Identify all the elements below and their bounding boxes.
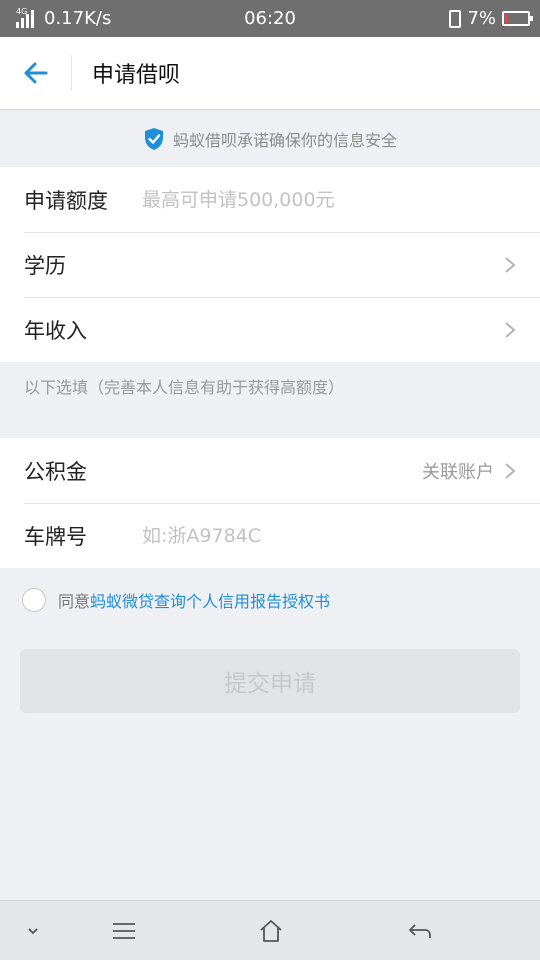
back-button[interactable]	[0, 55, 72, 91]
chevron-down-icon	[28, 928, 38, 935]
chevron-right-icon	[505, 256, 516, 273]
fund-row[interactable]: 公积金 关联账户	[0, 438, 540, 503]
nav-back-button[interactable]	[404, 915, 436, 947]
battery-icon	[502, 11, 533, 26]
home-icon	[260, 920, 282, 942]
amount-row: 申请额度	[0, 167, 540, 232]
signal-icon: 4G	[16, 7, 38, 28]
navigation-bar	[0, 900, 540, 960]
income-row[interactable]: 年收入	[0, 297, 540, 362]
education-label: 学历	[24, 253, 66, 278]
agreement: 同意蚂蚁微贷查询个人信用报告授权书	[22, 588, 330, 612]
security-notice: 蚂蚁借呗承诺确保你的信息安全	[0, 110, 540, 167]
optional-note: 以下选填（完善本人信息有助于获得高额度）	[24, 378, 345, 397]
agreement-text: 同意蚂蚁微贷查询个人信用报告授权书	[58, 588, 330, 612]
amount-input[interactable]	[142, 188, 516, 211]
agreement-link[interactable]: 蚂蚁微贷查询个人信用报告授权书	[90, 592, 330, 611]
plate-row: 车牌号	[0, 503, 540, 568]
battery-percent: 7%	[467, 8, 496, 29]
plate-input[interactable]	[142, 524, 516, 547]
security-notice-text: 蚂蚁借呗承诺确保你的信息安全	[172, 130, 397, 150]
menu-icon	[113, 923, 135, 939]
nav-home-button[interactable]	[255, 915, 287, 947]
income-label: 年收入	[24, 318, 87, 343]
status-right: 7%	[449, 8, 533, 29]
status-left: 4G 0.17K/s	[16, 7, 112, 29]
optional-fields: 公积金 关联账户 车牌号	[0, 438, 540, 568]
back-arrow-icon	[24, 62, 47, 84]
header: 申请借呗	[0, 37, 540, 110]
fund-label: 公积金	[24, 459, 87, 484]
return-arrow-icon	[409, 924, 431, 938]
agreement-prefix: 同意	[58, 592, 91, 611]
fund-value: 关联账户	[422, 461, 494, 483]
network-speed: 0.17K/s	[44, 8, 112, 29]
status-bar: 4G 0.17K/s 06:20 7%	[0, 0, 540, 37]
chevron-right-icon	[505, 462, 516, 479]
amount-label: 申请额度	[24, 188, 108, 213]
nav-menu-button[interactable]	[108, 915, 140, 947]
vibrate-icon	[449, 9, 462, 28]
shield-icon	[144, 127, 163, 150]
chevron-right-icon	[505, 321, 516, 338]
required-fields: 申请额度 学历 年收入	[0, 167, 540, 362]
submit-button[interactable]: 提交申请	[20, 649, 520, 713]
agree-radio[interactable]	[22, 588, 46, 612]
page-title: 申请借呗	[92, 63, 181, 88]
plate-label: 车牌号	[24, 524, 87, 549]
nav-collapse-button[interactable]	[17, 915, 49, 947]
education-row[interactable]: 学历	[0, 232, 540, 297]
